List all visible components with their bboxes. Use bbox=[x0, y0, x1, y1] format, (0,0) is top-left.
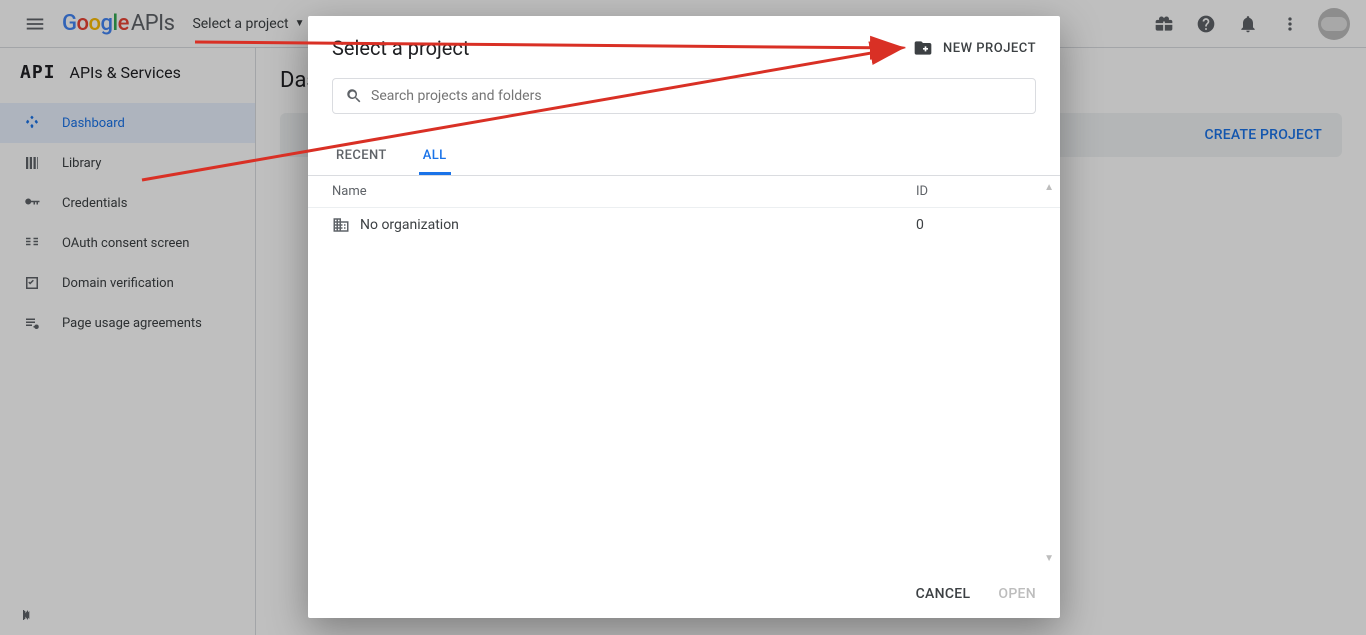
table-row[interactable]: No organization 0 bbox=[308, 208, 1060, 242]
project-picker-dialog: Select a project NEW PROJECT RECENT ALL … bbox=[308, 16, 1060, 618]
organization-icon bbox=[332, 216, 350, 234]
row-id: 0 bbox=[916, 217, 1036, 233]
dialog-header: Select a project NEW PROJECT bbox=[308, 16, 1060, 68]
column-name: Name bbox=[332, 184, 916, 199]
row-name: No organization bbox=[360, 217, 916, 233]
search-container bbox=[308, 68, 1060, 124]
new-folder-icon bbox=[913, 38, 933, 58]
dialog-title: Select a project bbox=[332, 36, 469, 60]
column-id: ID bbox=[916, 184, 1036, 199]
project-list: No organization 0 ▼ bbox=[308, 208, 1060, 570]
scroll-down-icon[interactable]: ▼ bbox=[1044, 553, 1054, 564]
table-header: Name ID ▲ bbox=[308, 176, 1060, 208]
search-input[interactable] bbox=[371, 88, 1023, 104]
cancel-button[interactable]: CANCEL bbox=[916, 586, 971, 602]
search-icon bbox=[345, 87, 363, 105]
tabs: RECENT ALL bbox=[308, 136, 1060, 176]
scroll-up-icon[interactable]: ▲ bbox=[1044, 182, 1054, 193]
search-box[interactable] bbox=[332, 78, 1036, 114]
tab-recent[interactable]: RECENT bbox=[332, 136, 391, 175]
new-project-button[interactable]: NEW PROJECT bbox=[913, 38, 1036, 58]
tab-all[interactable]: ALL bbox=[419, 136, 451, 175]
new-project-label: NEW PROJECT bbox=[943, 41, 1036, 56]
dialog-footer: CANCEL OPEN bbox=[308, 570, 1060, 618]
open-button[interactable]: OPEN bbox=[998, 586, 1036, 602]
